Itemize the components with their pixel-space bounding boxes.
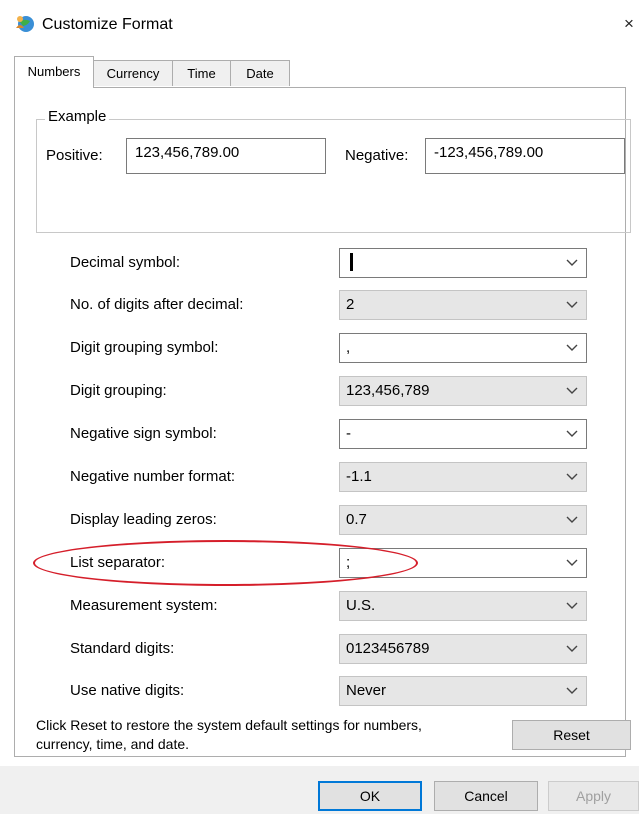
decimal-symbol-combo[interactable] xyxy=(339,248,587,278)
positive-label: Positive: xyxy=(46,147,103,164)
positive-example-field: 123,456,789.00 xyxy=(126,138,326,174)
negative-sign-symbol-label: Negative sign symbol: xyxy=(70,425,217,442)
negative-number-format-label: Negative number format: xyxy=(70,468,236,485)
standard-digits-dropdown[interactable]: 0123456789 xyxy=(339,634,587,664)
digit-grouping-symbol-label: Digit grouping symbol: xyxy=(70,339,219,356)
chevron-down-icon xyxy=(566,344,578,351)
negative-number-format-value: -1.1 xyxy=(346,468,372,485)
text-cursor xyxy=(350,253,353,272)
chevron-down-icon xyxy=(566,259,578,266)
digits-after-decimal-value: 2 xyxy=(346,296,355,313)
tab-date[interactable]: Date xyxy=(230,60,290,86)
tab-time[interactable]: Time xyxy=(172,60,231,86)
negative-number-format-dropdown[interactable]: -1.1 xyxy=(339,462,587,492)
chevron-down-icon xyxy=(566,559,578,566)
digit-grouping-label: Digit grouping: xyxy=(70,382,167,399)
tab-currency[interactable]: Currency xyxy=(93,60,173,86)
cancel-button[interactable]: Cancel xyxy=(434,781,538,811)
chevron-down-icon xyxy=(566,387,578,394)
chevron-down-icon xyxy=(566,473,578,480)
use-native-digits-label: Use native digits: xyxy=(70,682,185,699)
digits-after-decimal-dropdown[interactable]: 2 xyxy=(339,290,587,320)
chevron-down-icon xyxy=(566,516,578,523)
negative-label: Negative: xyxy=(345,147,409,164)
use-native-digits-dropdown[interactable]: Never xyxy=(339,676,587,706)
standard-digits-value: 0123456789 xyxy=(346,640,430,657)
apply-button[interactable]: Apply xyxy=(548,781,639,811)
decimal-symbol-label: Decimal symbol: xyxy=(70,254,181,271)
negative-example-field: -123,456,789.00 xyxy=(425,138,625,174)
measurement-system-value: U.S. xyxy=(346,597,376,614)
use-native-digits-value: Never xyxy=(346,682,387,699)
ok-button[interactable]: OK xyxy=(318,781,422,811)
window-title: Customize Format xyxy=(42,16,173,33)
digits-after-decimal-label: No. of digits after decimal: xyxy=(70,296,244,313)
reset-button[interactable]: Reset xyxy=(512,720,631,750)
display-leading-zeros-dropdown[interactable]: 0.7 xyxy=(339,505,587,535)
chevron-down-icon xyxy=(566,602,578,609)
measurement-system-label: Measurement system: xyxy=(70,597,218,614)
measurement-system-dropdown[interactable]: U.S. xyxy=(339,591,587,621)
reset-note: Click Reset to restore the system defaul… xyxy=(36,717,422,752)
standard-digits-label: Standard digits: xyxy=(70,640,175,657)
display-leading-zeros-value: 0.7 xyxy=(346,511,367,528)
digit-grouping-symbol-combo[interactable]: , xyxy=(339,333,587,363)
example-group-title: Example xyxy=(45,108,110,125)
globe-person-icon xyxy=(16,16,34,32)
display-leading-zeros-label: Display leading zeros: xyxy=(70,511,217,528)
chevron-down-icon xyxy=(566,301,578,308)
negative-sign-symbol-value: - xyxy=(346,425,351,442)
example-group xyxy=(36,119,631,233)
chevron-down-icon xyxy=(566,687,578,694)
negative-sign-symbol-combo[interactable]: - xyxy=(339,419,587,449)
list-separator-highlight-oval xyxy=(33,540,418,586)
digit-grouping-dropdown[interactable]: 123,456,789 xyxy=(339,376,587,406)
chevron-down-icon xyxy=(566,645,578,652)
tab-numbers[interactable]: Numbers xyxy=(14,56,94,88)
digit-grouping-value: 123,456,789 xyxy=(346,382,430,399)
chevron-down-icon xyxy=(566,430,578,437)
digit-grouping-symbol-value: , xyxy=(346,339,351,356)
close-button[interactable]: × xyxy=(624,14,634,34)
